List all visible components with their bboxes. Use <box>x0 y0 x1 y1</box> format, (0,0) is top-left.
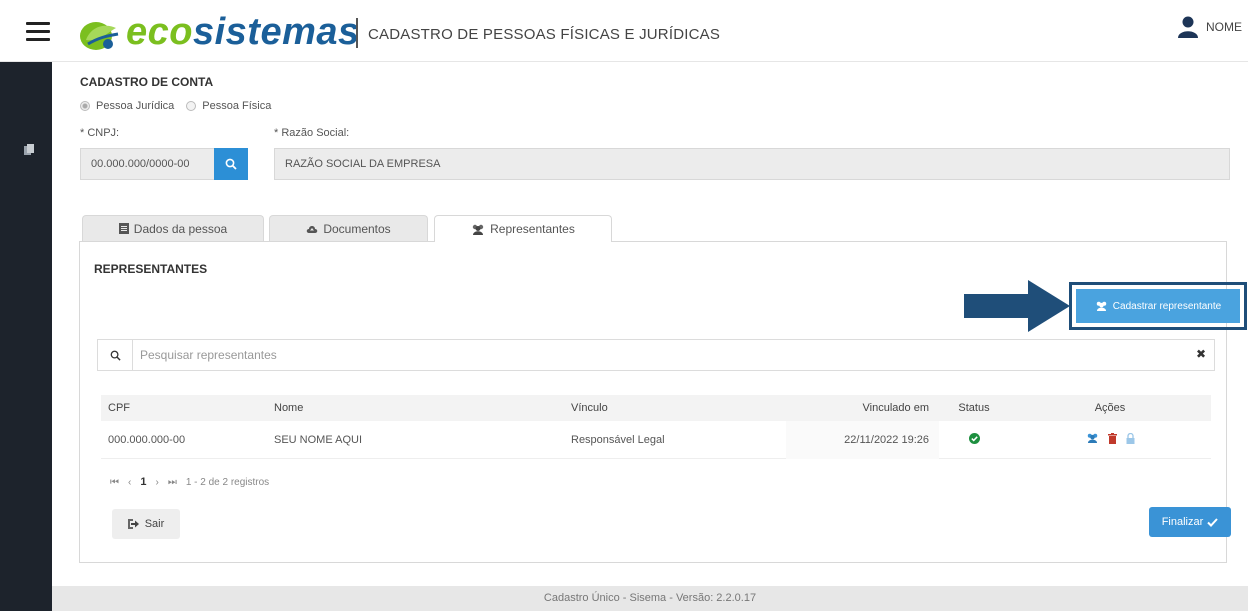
table-header: CPF Nome Vínculo Vinculado em Status Açõ… <box>101 395 1211 421</box>
users-icon <box>1096 301 1107 311</box>
column-header-vinculado-em[interactable]: Vinculado em <box>786 402 939 414</box>
first-page-icon[interactable]: ⏮ <box>110 477 119 488</box>
tab-label: Documentos <box>323 221 391 236</box>
sidebar <box>0 62 52 611</box>
status-ok-icon <box>968 432 980 444</box>
tab-label: Representantes <box>490 222 575 236</box>
search-input[interactable] <box>140 345 1180 365</box>
prev-page-icon[interactable]: ‹ <box>128 477 131 488</box>
tab-dados-da-pessoa[interactable]: Dados da pessoa <box>82 215 264 241</box>
cell-vinculo: Responsável Legal <box>571 433 665 446</box>
last-page-icon[interactable]: ⏭ <box>168 477 177 488</box>
button-label: Finalizar <box>1161 516 1204 528</box>
cell-cpf: 000.000.000-00 <box>108 433 186 446</box>
users-icon <box>472 224 484 235</box>
clear-search-icon[interactable]: ✖ <box>1196 347 1206 361</box>
representantes-panel: REPRESENTANTES Cadastrar representante ✖… <box>79 241 1247 563</box>
button-label: Cadastrar representante <box>1112 300 1222 312</box>
user-icon[interactable] <box>1178 16 1198 38</box>
cell-nome: SEU NOME AQUI <box>274 433 363 446</box>
tab-documentos[interactable]: Documentos <box>269 215 428 241</box>
tab-label: Dados da pessoa <box>133 221 228 236</box>
cnpj-search-button[interactable] <box>214 148 248 180</box>
radio-label-pessoa-fisica[interactable]: Pessoa Física <box>202 100 271 112</box>
sair-button[interactable]: Sair <box>112 509 180 539</box>
check-icon <box>1207 517 1219 527</box>
pagination: ⏮ ‹ 1 › ⏭ 1 - 2 de 2 registros <box>110 476 269 488</box>
brand-sistemas: sistemas <box>192 11 360 53</box>
brand-eco: eco <box>126 11 193 53</box>
razao-social-label: * Razão Social: <box>274 127 350 139</box>
person-type-radio-group: Pessoa Jurídica Pessoa Física <box>80 100 277 112</box>
razao-social-input[interactable]: RAZÃO SOCIAL DA EMPRESA <box>274 148 1230 180</box>
users-icon[interactable] <box>1086 433 1099 444</box>
next-page-icon[interactable]: › <box>155 477 158 488</box>
top-bar: ecosistemas CADASTRO DE PESSOAS FÍSICAS … <box>0 0 1248 62</box>
radio-pessoa-fisica[interactable] <box>186 101 197 111</box>
representantes-table: CPF Nome Vínculo Vinculado em Status Açõ… <box>101 395 1211 459</box>
lock-icon[interactable] <box>1126 432 1135 444</box>
radio-label-pessoa-juridica[interactable]: Pessoa Jurídica <box>96 100 174 112</box>
footer: Cadastro Único - Sisema - Versão: 2.2.0.… <box>52 586 1248 611</box>
highlight-box: Cadastrar representante <box>1069 282 1247 330</box>
file-icon <box>118 223 129 234</box>
main-content: CADASTRO DE CONTA Pessoa Jurídica Pessoa… <box>52 62 1248 582</box>
panel-title: REPRESENTANTES <box>94 262 208 276</box>
app-subtitle: CADASTRO DE PESSOAS FÍSICAS E JURÍDICAS <box>368 26 721 43</box>
sign-out-icon <box>127 519 139 529</box>
tab-representantes[interactable]: Representantes <box>434 215 612 242</box>
document-icon[interactable] <box>24 144 34 155</box>
radio-pessoa-juridica[interactable] <box>80 101 90 111</box>
trash-icon[interactable] <box>1107 432 1117 444</box>
search-icon <box>98 340 133 370</box>
finalizar-button[interactable]: Finalizar <box>1149 507 1231 537</box>
cell-actions <box>1009 432 1211 447</box>
column-header-nome[interactable]: Nome <box>267 402 564 414</box>
table-row: 000.000.000-00 SEU NOME AQUI Responsável… <box>101 420 1211 459</box>
user-name[interactable]: NOME <box>1206 20 1242 34</box>
brand-divider <box>356 18 358 48</box>
button-label: Sair <box>144 518 165 530</box>
search-icon <box>225 158 237 170</box>
column-header-vinculo[interactable]: Vínculo <box>564 402 786 414</box>
eco-leaf-icon <box>80 22 119 50</box>
cnpj-input[interactable]: 00.000.000/0000-00 <box>80 148 216 180</box>
column-header-status[interactable]: Status <box>939 402 1009 414</box>
cadastrar-representante-button[interactable]: Cadastrar representante <box>1076 289 1240 323</box>
arrow-right-icon <box>964 280 1070 332</box>
cell-status <box>939 432 1009 447</box>
hamburger-menu-icon[interactable] <box>26 22 50 42</box>
pager-info: 1 - 2 de 2 registros <box>185 476 270 488</box>
cell-vinculado-em: 22/11/2022 19:26 <box>786 420 939 459</box>
form-title: CADASTRO DE CONTA <box>80 75 214 89</box>
cloud-upload-icon <box>307 225 318 233</box>
cnpj-label: * CNPJ: <box>80 127 120 139</box>
column-header-acoes: Ações <box>1094 402 1126 414</box>
column-header-cpf[interactable]: CPF <box>101 402 267 414</box>
brand-logo-text: ecosistemas <box>126 12 360 52</box>
representantes-search-bar: ✖ <box>97 339 1215 371</box>
current-page[interactable]: 1 <box>140 476 146 488</box>
